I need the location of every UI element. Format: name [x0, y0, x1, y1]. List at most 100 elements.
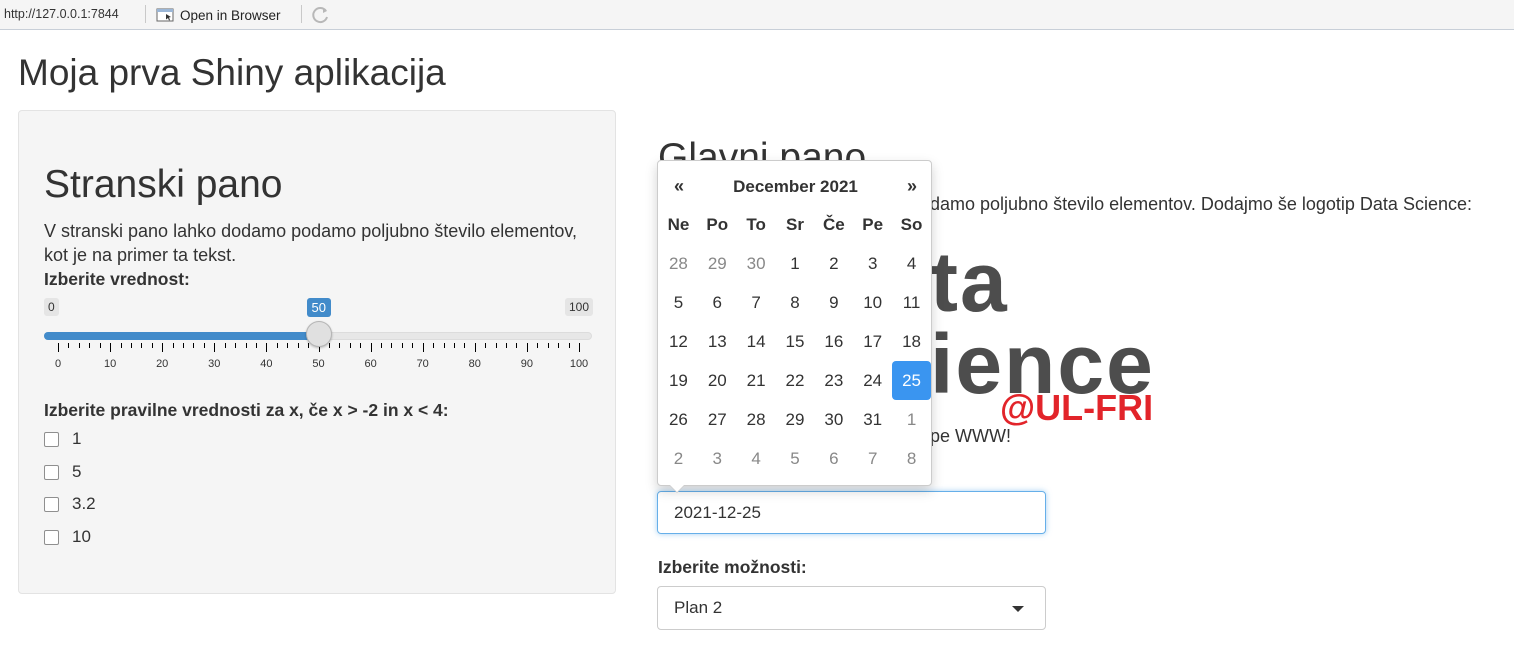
datepicker-month-title[interactable]: December 2021: [658, 177, 933, 197]
datepicker-day[interactable]: 8: [776, 283, 815, 322]
options-select[interactable]: Plan 2: [657, 586, 1046, 630]
checkbox[interactable]: [44, 529, 59, 545]
datepicker-day[interactable]: 18: [892, 322, 931, 361]
slider-tick: [193, 343, 195, 348]
datepicker-day[interactable]: 13: [698, 322, 737, 361]
slider-tick: [433, 343, 435, 348]
datepicker-day[interactable]: 6: [698, 283, 737, 322]
datepicker-day[interactable]: 3: [698, 439, 737, 478]
checkbox-option[interactable]: 5: [44, 462, 81, 482]
datepicker-day[interactable]: 3: [853, 244, 892, 283]
select-value: Plan 2: [674, 598, 723, 617]
datepicker-day[interactable]: 4: [892, 244, 931, 283]
slider-tick: [255, 343, 257, 348]
datepicker-day[interactable]: 2: [659, 439, 698, 478]
browser-toolbar: http://127.0.0.1:7844 Open in Browser: [0, 0, 1514, 30]
slider-tick: [391, 343, 393, 348]
checkbox[interactable]: [44, 496, 59, 512]
date-input[interactable]: 2021-12-25: [657, 491, 1046, 534]
slider-value-label: 50: [306, 298, 331, 317]
url-text[interactable]: http://127.0.0.1:7844: [4, 7, 119, 21]
slider-tick-label: 70: [416, 358, 429, 370]
datepicker-day[interactable]: 15: [776, 322, 815, 361]
datepicker-day[interactable]: 5: [659, 283, 698, 322]
datepicker-day[interactable]: 31: [853, 400, 892, 439]
datepicker-day[interactable]: 22: [776, 361, 815, 400]
datepicker-day[interactable]: 7: [737, 283, 776, 322]
datepicker-day[interactable]: 20: [698, 361, 737, 400]
logo-text-line3: @UL-FRI: [1000, 387, 1154, 428]
slider-tick: [297, 343, 299, 348]
datepicker-day[interactable]: 2: [814, 244, 853, 283]
datepicker-day[interactable]: 5: [776, 439, 815, 478]
checkbox[interactable]: [44, 464, 59, 480]
datepicker-day[interactable]: 4: [737, 439, 776, 478]
checkbox[interactable]: [44, 431, 59, 447]
datepicker-day[interactable]: 17: [853, 322, 892, 361]
slider-tick: [276, 343, 278, 348]
slider-tick: [235, 343, 237, 348]
checkbox-option[interactable]: 1: [44, 429, 81, 449]
slider-tick: [183, 343, 185, 348]
sidebar-title: Stranski pano: [44, 163, 283, 206]
datepicker-day[interactable]: 28: [737, 400, 776, 439]
slider-tick: [89, 343, 91, 348]
datepicker-day[interactable]: 29: [698, 244, 737, 283]
slider-tick-label: 30: [208, 358, 221, 370]
datepicker-day[interactable]: 11: [892, 283, 931, 322]
datepicker-day[interactable]: 1: [892, 400, 931, 439]
slider-tick: [172, 343, 174, 348]
checkbox-group-label: Izberite pravilne vrednosti za x, če x >…: [44, 400, 449, 420]
slider-tick: [287, 343, 289, 348]
slider-tick-label: 100: [569, 358, 589, 370]
datepicker-next-button[interactable]: »: [907, 176, 917, 197]
datepicker-day[interactable]: 21: [737, 361, 776, 400]
datepicker-day[interactable]: 24: [853, 361, 892, 400]
slider-tick: [485, 343, 487, 348]
datepicker-day[interactable]: 27: [698, 400, 737, 439]
datepicker-day[interactable]: 30: [737, 244, 776, 283]
slider-tick: [245, 343, 247, 348]
slider-tick-label: 0: [54, 358, 62, 370]
slider-tick: [151, 343, 153, 348]
slider-min-label: 0: [44, 298, 59, 316]
datepicker-day[interactable]: 14: [737, 322, 776, 361]
datepicker-day[interactable]: 12: [659, 322, 698, 361]
slider-tick: [422, 343, 424, 352]
datepicker-day[interactable]: 25: [892, 361, 931, 400]
sidebar-description: V stranski pano lahko dodamo podamo polj…: [44, 221, 577, 265]
datepicker-day[interactable]: 29: [776, 400, 815, 439]
slider-tick: [99, 343, 101, 348]
toolbar-separator: [145, 5, 146, 23]
datepicker-day[interactable]: 8: [892, 439, 931, 478]
slider-tick: [130, 343, 132, 348]
slider-tick: [308, 343, 310, 348]
checkbox-option[interactable]: 10: [44, 527, 91, 547]
datepicker-day[interactable]: 10: [853, 283, 892, 322]
datepicker-day[interactable]: 23: [814, 361, 853, 400]
slider-tick: [558, 343, 560, 348]
datepicker-day[interactable]: 6: [814, 439, 853, 478]
slider-tick: [464, 343, 466, 348]
datepicker-day[interactable]: 19: [659, 361, 698, 400]
datepicker-day[interactable]: 26: [659, 400, 698, 439]
slider-tick-label: 40: [260, 358, 273, 370]
slider-tick: [381, 343, 383, 348]
datepicker-day[interactable]: 30: [814, 400, 853, 439]
slider-tick: [141, 343, 143, 348]
datepicker-day[interactable]: 28: [659, 244, 698, 283]
open-in-browser-button[interactable]: Open in Browser: [156, 4, 281, 26]
slider-handle[interactable]: [305, 321, 332, 347]
datepicker-day[interactable]: 1: [776, 244, 815, 283]
slider-tick: [370, 343, 372, 352]
datepicker-day[interactable]: 7: [853, 439, 892, 478]
slider-tick: [516, 343, 518, 348]
checkbox-label: 3.2: [72, 494, 96, 513]
datepicker-day[interactable]: 16: [814, 322, 853, 361]
slider-tick-label: 60: [364, 358, 377, 370]
checkbox-label: 10: [72, 527, 91, 546]
checkbox-option[interactable]: 3.2: [44, 494, 96, 514]
datepicker-day[interactable]: 9: [814, 283, 853, 322]
refresh-icon[interactable]: [310, 4, 332, 26]
slider-tick: [537, 343, 539, 348]
